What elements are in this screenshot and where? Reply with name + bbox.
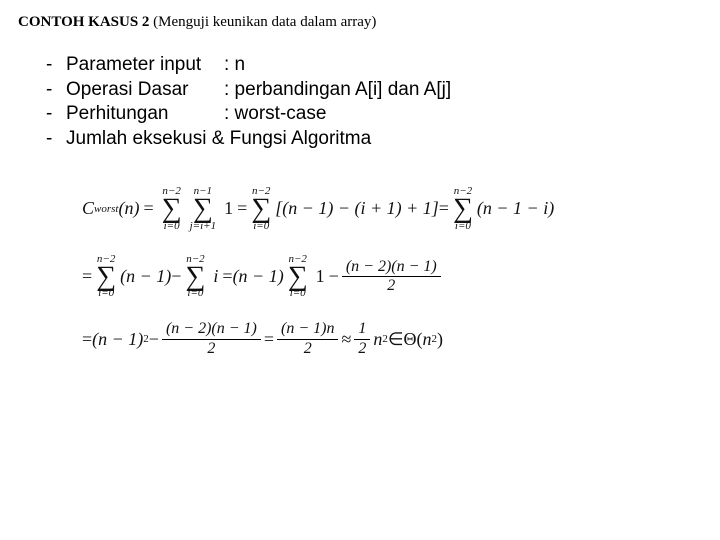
equals: =	[237, 198, 247, 219]
list-item: - Operasi Dasar: perbandingan A[i] dan A…	[46, 78, 702, 103]
sum-lower: i=0	[164, 221, 180, 232]
minus: −	[149, 329, 159, 350]
equals: =	[222, 266, 232, 287]
fraction: (n − 2)(n − 1) 2	[342, 259, 441, 295]
worst-subscript: worst	[94, 203, 118, 215]
slide-title: CONTOH KASUS 2 (Menguji keunikan data da…	[18, 14, 702, 31]
bullet-label: Operasi Dasar	[66, 78, 224, 103]
frac-den: 2	[203, 341, 219, 357]
equals: =	[439, 198, 449, 219]
c-symbol: C	[82, 198, 94, 219]
sum-lower: i=0	[290, 288, 306, 299]
term-one: 1	[316, 266, 325, 287]
fraction: 1 2	[354, 321, 370, 357]
theta-open: Θ(	[404, 329, 423, 350]
list-item: - Parameter input: n	[46, 53, 702, 78]
n-arg: (n)	[118, 198, 139, 219]
nm1: (n − 1)	[233, 266, 284, 287]
equals: =	[82, 266, 92, 287]
theta-close: )	[437, 329, 443, 350]
frac-den: 2	[383, 278, 399, 294]
bullet-value: : perbandingan A[i] dan A[j]	[224, 79, 451, 100]
sum-lower: i=0	[187, 288, 203, 299]
sum-lower: i=0	[253, 221, 269, 232]
frac-den: 2	[300, 341, 316, 357]
theta-n: n	[423, 329, 432, 350]
equals: =	[82, 329, 92, 350]
sum-lower: j=i+1	[190, 221, 216, 232]
n-sq-base: n	[373, 329, 382, 350]
equals: =	[143, 198, 153, 219]
sigma-symbol: n−2 ∑ i=0	[160, 186, 184, 232]
frac-num: (n − 2)(n − 1)	[342, 259, 441, 275]
bullet-dash: -	[46, 53, 66, 78]
term-one: 1	[224, 198, 233, 219]
bullet-value: : n	[224, 54, 245, 75]
bullet-dash: -	[46, 102, 66, 127]
frac-num: (n − 2)(n − 1)	[162, 321, 261, 337]
slide: CONTOH KASUS 2 (Menguji keunikan data da…	[0, 0, 720, 540]
frac-num: 1	[354, 321, 370, 337]
fraction: (n − 2)(n − 1) 2	[162, 321, 261, 357]
frac-den: 2	[354, 341, 370, 357]
bullet-value: : worst-case	[224, 103, 326, 124]
bullet-label: Parameter input	[66, 53, 224, 78]
nm1: (n − 1)	[120, 266, 171, 287]
equals: =	[264, 329, 274, 350]
bullet-dash: -	[46, 78, 66, 103]
nm1mi: (n − 1 − i)	[477, 198, 554, 219]
list-item: - Jumlah eksekusi & Fungsi Algoritma	[46, 127, 702, 152]
list-item: - Perhitungan: worst-case	[46, 102, 702, 127]
math-block: Cworst(n) = n−2 ∑ i=0 n−1 ∑ j=i+1 1 = n−…	[18, 186, 702, 357]
sigma-symbol: n−2 ∑ i=0	[451, 186, 475, 232]
sigma-symbol: n−2 ∑ i=0	[94, 254, 118, 300]
sigma-symbol: n−2 ∑ i=0	[286, 254, 310, 300]
equation-line-2: = n−2 ∑ i=0 (n − 1) − n−2 ∑ i=0 i = (n −…	[82, 254, 702, 300]
bullet-label: Jumlah eksekusi & Fungsi Algoritma	[66, 128, 371, 149]
minus: −	[171, 266, 181, 287]
minus: −	[329, 266, 339, 287]
equation-line-1: Cworst(n) = n−2 ∑ i=0 n−1 ∑ j=i+1 1 = n−…	[82, 186, 702, 232]
sum-lower: i=0	[455, 221, 471, 232]
equation-line-3: = (n − 1) 2 − (n − 2)(n − 1) 2 = (n − 1)n…	[82, 321, 702, 357]
frac-num: (n − 1)n	[277, 321, 338, 337]
fraction: (n − 1)n 2	[277, 321, 338, 357]
sigma-symbol: n−1 ∑ j=i+1	[188, 186, 218, 232]
title-rest: (Menguji keunikan data dalam array)	[149, 14, 376, 30]
sigma-symbol: n−2 ∑ i=0	[183, 254, 207, 300]
nm1-sq-base: (n − 1)	[92, 329, 143, 350]
i-term: i	[213, 266, 218, 287]
bullet-dash: -	[46, 127, 66, 152]
bullet-label: Perhitungan	[66, 102, 224, 127]
bullet-list: - Parameter input: n - Operasi Dasar: pe…	[18, 53, 702, 152]
element-of: ∈	[388, 329, 404, 350]
bracket-expr: [(n − 1) − (i + 1) + 1]	[275, 198, 439, 219]
title-bold: CONTOH KASUS 2	[18, 14, 149, 30]
approx: ≈	[341, 329, 351, 350]
sigma-symbol: n−2 ∑ i=0	[249, 186, 273, 232]
sum-lower: i=0	[98, 288, 114, 299]
